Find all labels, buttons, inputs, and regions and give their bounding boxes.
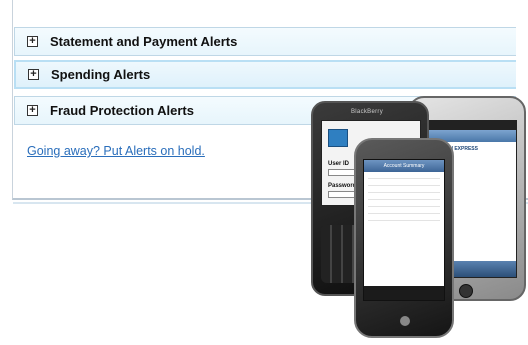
summary-row [368,214,440,221]
row-label: Fraud Protection Alerts [50,103,194,118]
statement-payment-alerts-row[interactable]: + Statement and Payment Alerts [14,27,516,56]
expand-icon[interactable]: + [27,36,38,47]
expand-icon[interactable]: + [27,105,38,116]
summary-row [368,172,440,179]
android-screen: Account Summary [363,159,445,301]
user-id-label: User ID [328,161,350,167]
trackball-icon [400,316,410,326]
blackberry-brand: BlackBerry [351,109,384,115]
summary-row [368,200,440,207]
amex-logo-icon [328,129,348,147]
password-label: Password [328,183,357,189]
android-image: Account Summary [354,138,454,338]
spending-alerts-row[interactable]: + Spending Alerts [14,60,516,89]
android-nav-bar [364,286,444,300]
home-button-icon [459,284,473,298]
status-bar [420,121,516,130]
row-label: Spending Alerts [51,67,151,82]
summary-row [368,179,440,186]
summary-row [368,207,440,214]
summary-row [368,186,440,193]
expand-icon[interactable]: + [28,69,39,80]
row-label: Statement and Payment Alerts [50,34,238,49]
summary-row [368,193,440,200]
alerts-hold-link[interactable]: Going away? Put Alerts on hold. [27,144,205,158]
android-header: Account Summary [364,160,444,172]
